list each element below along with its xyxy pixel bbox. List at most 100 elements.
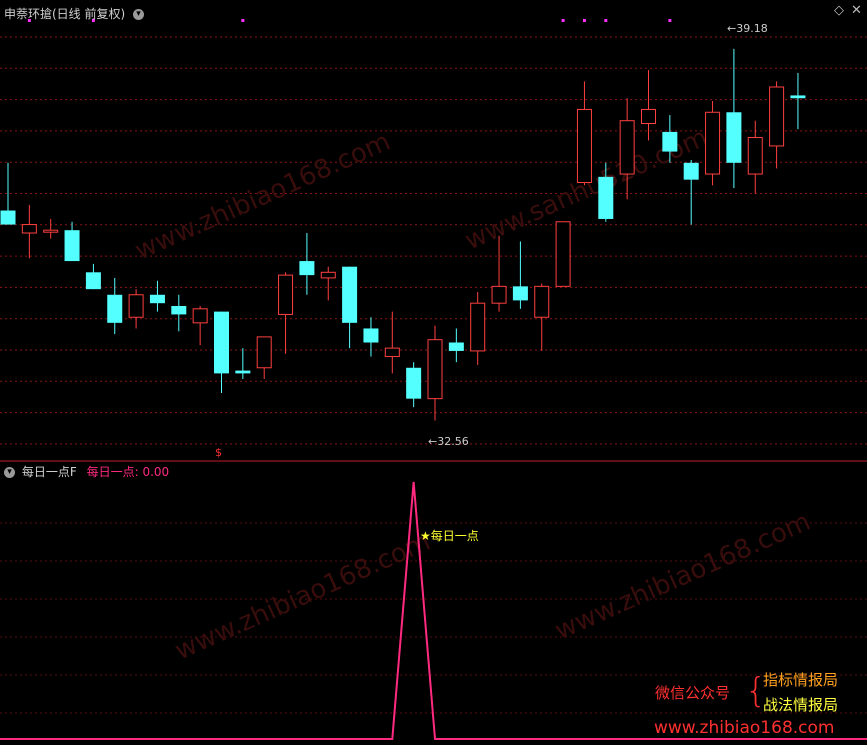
close-icon[interactable]: ✕ [851, 3, 862, 18]
candle-body [235, 370, 251, 374]
chevron-down-icon[interactable]: ▾ [4, 467, 15, 478]
star-icon: ★ [420, 529, 431, 543]
candle [192, 306, 208, 346]
wechat-label: 微信公众号 [655, 684, 731, 702]
candle [491, 235, 507, 312]
candle-body [470, 302, 486, 352]
signal-dot [604, 19, 608, 22]
arrow-left-icon: ← [727, 22, 737, 35]
candle-body [85, 272, 101, 290]
chevron-down-icon[interactable]: ▾ [133, 9, 145, 20]
stock-chart[interactable]: www.zhibiao168.com www.sanhu520.comwww.zh… [0, 0, 867, 745]
wechat-account-1: 指标情报局 [763, 671, 839, 689]
candle-body [448, 342, 464, 351]
candle-body [342, 266, 358, 323]
candle [0, 162, 16, 225]
indicator-name: 每日一点F [21, 465, 77, 479]
candle-body [320, 271, 336, 279]
candle [470, 291, 486, 365]
candle-body [406, 367, 422, 399]
candle [406, 362, 422, 408]
candle [705, 101, 721, 186]
candle [64, 221, 80, 262]
candle-body [278, 274, 294, 315]
watermark-text: www.zhibiao168.com [131, 127, 395, 267]
candle [235, 348, 251, 379]
candle-body [491, 285, 507, 304]
candle-body [747, 137, 763, 175]
candle-body [107, 294, 123, 323]
candle-body [705, 111, 721, 175]
signal-dot [668, 19, 672, 22]
candle-body [21, 224, 37, 234]
candle [363, 317, 379, 357]
candle [43, 218, 59, 239]
candle [299, 233, 315, 295]
candle-body [256, 336, 272, 369]
candle [747, 120, 763, 194]
candle [769, 81, 785, 169]
candle-body [128, 294, 144, 318]
indicator-value: 0.00 [142, 465, 170, 479]
candle [384, 311, 400, 374]
candle [448, 328, 464, 363]
candle-body [769, 86, 785, 147]
candle-body [384, 347, 400, 358]
candle-body [598, 176, 614, 219]
wechat-account-2: 战法情报局 [763, 696, 839, 714]
candle-body [619, 120, 635, 175]
diamond-icon[interactable]: ◇ [834, 3, 844, 18]
candle [790, 72, 806, 130]
signal-dot [561, 19, 565, 22]
candle [278, 272, 294, 354]
candle-body [790, 95, 806, 99]
site-url: www.zhibiao168.com [654, 718, 835, 738]
candles-layer [0, 48, 806, 421]
candle-body [512, 286, 528, 301]
arrow-left-icon: ← [428, 435, 438, 448]
candle [149, 280, 165, 312]
candle-body [662, 131, 678, 152]
candle-body [0, 210, 16, 225]
candle-body [726, 112, 742, 163]
indicator-layer [0, 481, 867, 740]
candle [256, 336, 272, 379]
candle-body [363, 328, 379, 343]
candle-body [214, 311, 229, 374]
candle [320, 266, 336, 301]
candle-body [555, 221, 571, 287]
candle-body [64, 230, 80, 262]
candle [342, 266, 358, 349]
candle [85, 263, 101, 290]
candle-body [576, 108, 592, 183]
candle-body [171, 306, 187, 315]
candle-body [427, 339, 443, 400]
candle [427, 325, 443, 421]
candle [534, 283, 550, 351]
signal-mark: $ [215, 446, 222, 459]
chart-title: 申萘环搶(日线 前复权) [4, 7, 126, 21]
candle [641, 70, 656, 141]
watermark-layer: www.zhibiao168.com www.sanhu520.comwww.zh… [131, 122, 815, 666]
candle-body [683, 162, 699, 180]
candle-body [299, 261, 315, 276]
star-annotation: ★每日一点 [420, 529, 479, 543]
candle [683, 160, 699, 225]
candle [128, 289, 144, 329]
indicator-header: ▾ 每日一点F 每日一点: 0.00 [4, 463, 169, 480]
candle [512, 241, 528, 309]
indicator-series-name: 每日一点 [86, 465, 135, 479]
candle [555, 221, 571, 287]
watermark-text: www.zhibiao168.com [171, 527, 435, 667]
candle [576, 81, 592, 186]
min-price-label: ←32.56 [428, 435, 469, 448]
candle-body [641, 108, 656, 125]
candle-body [192, 308, 208, 324]
top-panel-header: 申萘环搶(日线 前复权) ▾ [4, 5, 145, 22]
watermark-text: www.zhibiao168.com [551, 507, 815, 647]
signal-dot [582, 19, 586, 22]
signal-dot [241, 19, 245, 22]
candle-body [534, 285, 550, 318]
max-price-label: ←39.18 [727, 22, 768, 35]
candle [726, 48, 742, 189]
